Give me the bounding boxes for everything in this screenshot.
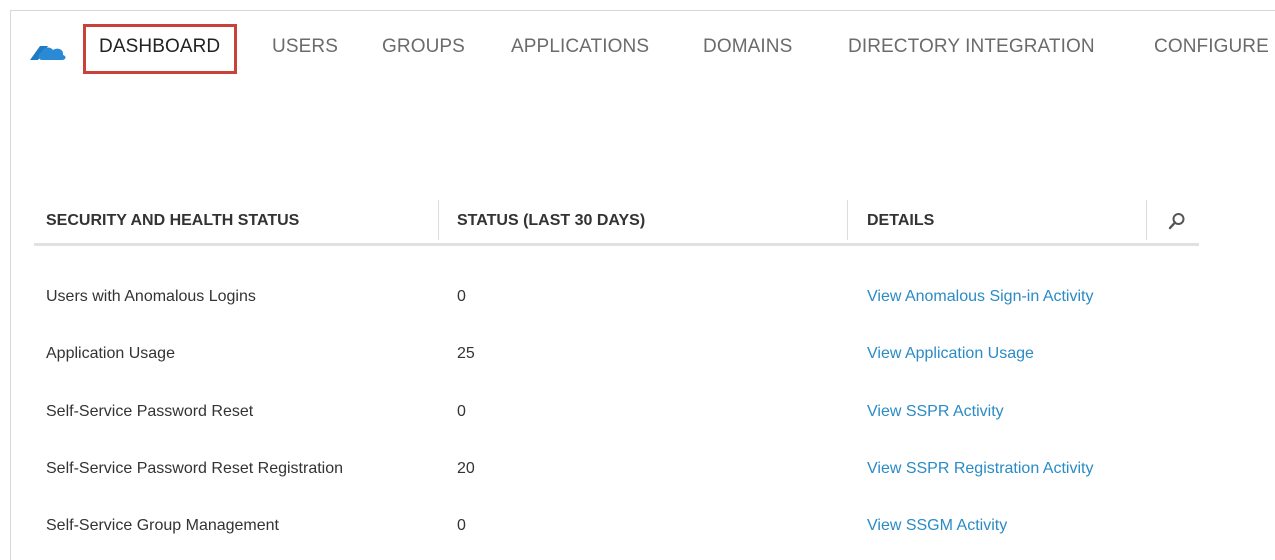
details-link[interactable]: View Anomalous Sign-in Activity (867, 279, 1093, 315)
tab-groups[interactable]: GROUPS (382, 36, 465, 58)
details-link[interactable]: View SSGM Activity (867, 508, 1007, 544)
row-count: 0 (457, 288, 466, 305)
column-divider (847, 200, 848, 240)
table-row: Self-Service Group Management 0 View SSG… (0, 508, 1275, 544)
row-count: 25 (457, 345, 475, 362)
row-label: Users with Anomalous Logins (46, 288, 256, 305)
tab-domains[interactable]: DOMAINS (703, 36, 792, 58)
row-count: 20 (457, 460, 475, 477)
details-link[interactable]: View SSPR Registration Activity (867, 451, 1093, 487)
column-header-details[interactable]: DETAILS (867, 198, 934, 244)
top-navigation: DASHBOARD USERS GROUPS APPLICATIONS DOMA… (0, 0, 1275, 100)
row-label: Application Usage (46, 345, 175, 362)
details-link[interactable]: View Application Usage (867, 336, 1034, 372)
table-row: Self-Service Password Reset Registration… (0, 451, 1275, 487)
search-icon[interactable] (1168, 212, 1186, 230)
column-divider (1146, 200, 1147, 240)
table-header: SECURITY AND HEALTH STATUS STATUS (LAST … (0, 198, 1275, 246)
row-count: 0 (457, 517, 466, 534)
table-row: Application Usage 25 View Application Us… (0, 336, 1275, 372)
column-header-status[interactable]: SECURITY AND HEALTH STATUS (46, 198, 299, 244)
details-link[interactable]: View SSPR Activity (867, 394, 1004, 430)
header-divider (34, 243, 1199, 246)
table-row: Users with Anomalous Logins 0 View Anoma… (0, 279, 1275, 315)
azure-cloud-icon[interactable] (26, 38, 70, 66)
column-divider (438, 200, 439, 240)
tab-users[interactable]: USERS (272, 36, 338, 58)
tab-directory-integration[interactable]: DIRECTORY INTEGRATION (848, 36, 1095, 58)
row-count: 0 (457, 403, 466, 420)
row-label: Self-Service Password Reset Registration (46, 460, 344, 477)
table-row: Self-Service Password Reset 0 View SSPR … (0, 394, 1275, 430)
tab-applications[interactable]: APPLICATIONS (511, 36, 649, 58)
tab-dashboard[interactable]: DASHBOARD (99, 36, 220, 58)
row-label: Self-Service Password Reset (46, 403, 254, 420)
column-header-count[interactable]: STATUS (LAST 30 DAYS) (457, 198, 645, 244)
tab-configure[interactable]: CONFIGURE (1154, 36, 1269, 58)
row-label: Self-Service Group Management (46, 517, 279, 534)
